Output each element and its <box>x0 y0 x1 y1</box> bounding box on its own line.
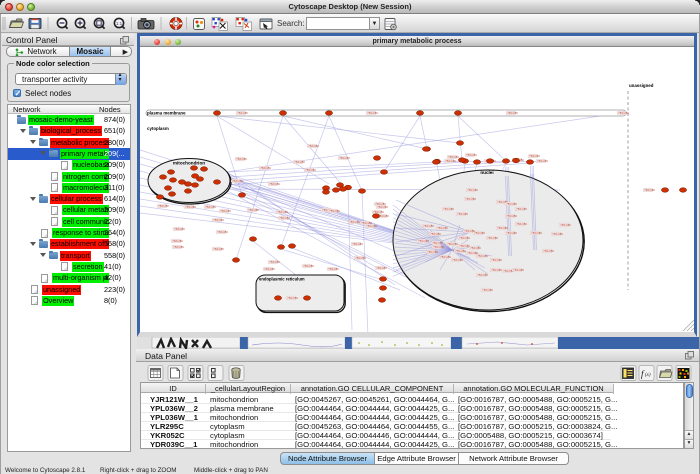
svg-text:YBR045C: YBR045C <box>552 233 563 236</box>
svg-text:YBR045C: YBR045C <box>352 243 363 246</box>
svg-text:YBR045C: YBR045C <box>464 230 475 233</box>
svg-text:YBR045C: YBR045C <box>173 246 184 249</box>
svg-text:YBR045C: YBR045C <box>237 112 248 115</box>
svg-text:YBR045C: YBR045C <box>277 211 288 214</box>
svg-text:YBR045C: YBR045C <box>328 268 339 271</box>
svg-text:unassigned: unassigned <box>629 83 654 88</box>
svg-text:YBR045C: YBR045C <box>459 237 470 240</box>
svg-text:YBR045C: YBR045C <box>349 221 360 224</box>
svg-text:YBR045C: YBR045C <box>303 265 314 268</box>
svg-text:YBR045C: YBR045C <box>477 274 488 277</box>
svg-text:YBR045C: YBR045C <box>506 232 517 235</box>
svg-text:YBR045C: YBR045C <box>440 256 451 259</box>
svg-text:YBR045C: YBR045C <box>185 206 196 209</box>
svg-text:YBR045C: YBR045C <box>618 112 629 115</box>
svg-text:YBR045C: YBR045C <box>452 259 463 262</box>
svg-text:YBR045C: YBR045C <box>432 242 443 245</box>
svg-text:YBR045C: YBR045C <box>466 154 477 157</box>
svg-text:endoplasmic reticulum: endoplasmic reticulum <box>259 277 305 282</box>
svg-text:YBR045C: YBR045C <box>487 237 498 240</box>
svg-text:YBR045C: YBR045C <box>329 210 340 213</box>
svg-text:YBR045C: YBR045C <box>294 161 305 164</box>
svg-text:YBR045C: YBR045C <box>236 158 247 161</box>
svg-text:YBR045C: YBR045C <box>269 183 280 186</box>
svg-text:YBR045C: YBR045C <box>491 269 502 272</box>
svg-text:YBR045C: YBR045C <box>279 217 290 220</box>
svg-text:YBR045C: YBR045C <box>470 247 481 250</box>
svg-text:YBR045C: YBR045C <box>308 145 319 148</box>
svg-text:YBR045C: YBR045C <box>516 223 527 226</box>
svg-text:YBR045C: YBR045C <box>482 289 493 292</box>
svg-text:(x): (x) <box>645 373 651 378</box>
svg-text:mitochondrion: mitochondrion <box>173 161 205 166</box>
svg-text:YBR045C: YBR045C <box>644 189 655 192</box>
svg-text:YBR045C: YBR045C <box>366 225 377 228</box>
svg-text:YBR045C: YBR045C <box>205 206 216 209</box>
svg-text:YBR045C: YBR045C <box>513 269 524 272</box>
svg-text:YBR045C: YBR045C <box>213 248 224 251</box>
svg-text:YBR045C: YBR045C <box>447 243 458 246</box>
svg-text:YBR045C: YBR045C <box>232 180 243 183</box>
svg-text:YBR045C: YBR045C <box>269 261 280 264</box>
svg-text:cytoplasm: cytoplasm <box>147 126 169 131</box>
svg-text:YBR045C: YBR045C <box>213 219 224 222</box>
svg-text:nuclei: nuclei <box>480 170 493 175</box>
svg-text:YBR045C: YBR045C <box>248 209 259 212</box>
svg-text:YBR045C: YBR045C <box>418 240 429 243</box>
svg-text:YBR045C: YBR045C <box>455 250 466 253</box>
svg-text:YBR045C: YBR045C <box>531 232 542 235</box>
svg-text:1:1: 1:1 <box>116 21 123 26</box>
svg-text:YBR045C: YBR045C <box>459 245 470 248</box>
svg-text:YBR045C: YBR045C <box>264 268 275 271</box>
svg-text:YBR045C: YBR045C <box>516 208 527 211</box>
svg-text:YBR045C: YBR045C <box>506 203 517 206</box>
svg-text:YBR045C: YBR045C <box>423 225 434 228</box>
svg-text:YBR045C: YBR045C <box>437 227 448 230</box>
svg-text:YBR045C: YBR045C <box>443 208 454 211</box>
svg-text:YBR045C: YBR045C <box>467 189 478 192</box>
svg-text:YBR045C: YBR045C <box>367 112 378 115</box>
svg-text:YBR045C: YBR045C <box>220 210 231 213</box>
svg-text:YBR045C: YBR045C <box>433 246 444 249</box>
svg-text:plasma membrane: plasma membrane <box>147 111 186 116</box>
svg-text:YBR045C: YBR045C <box>497 227 508 230</box>
svg-text:YBR045C: YBR045C <box>287 297 298 300</box>
svg-text:YBR045C: YBR045C <box>174 228 185 231</box>
svg-text:YBR045C: YBR045C <box>537 160 548 163</box>
svg-text:YBR045C: YBR045C <box>427 251 438 254</box>
svg-text:YBR045C: YBR045C <box>376 267 387 270</box>
svg-text:YBR045C: YBR045C <box>355 257 366 260</box>
svg-text:YBR045C: YBR045C <box>477 255 488 258</box>
svg-text:YBR045C: YBR045C <box>172 240 183 243</box>
svg-text:YBR045C: YBR045C <box>491 259 502 262</box>
svg-text:YBR045C: YBR045C <box>445 160 456 163</box>
svg-text:YBR045C: YBR045C <box>457 213 468 216</box>
svg-text:YBR045C: YBR045C <box>377 206 388 209</box>
svg-text:YBR045C: YBR045C <box>339 157 350 160</box>
svg-text:YBR045C: YBR045C <box>507 112 518 115</box>
svg-text:YBR045C: YBR045C <box>158 205 169 208</box>
svg-text:YBR045C: YBR045C <box>506 215 517 218</box>
svg-text:YBR045C: YBR045C <box>430 233 441 236</box>
svg-text:YBR045C: YBR045C <box>474 232 485 235</box>
svg-text:YBR045C: YBR045C <box>560 224 571 227</box>
svg-text:YBR045C: YBR045C <box>305 169 316 172</box>
svg-text:YBR045C: YBR045C <box>543 250 554 253</box>
svg-text:YBR045C: YBR045C <box>529 155 540 158</box>
svg-text:YBR045C: YBR045C <box>217 231 228 234</box>
svg-text:YBR045C: YBR045C <box>260 167 271 170</box>
svg-text:YBR045C: YBR045C <box>448 156 459 159</box>
svg-text:YBR045C: YBR045C <box>465 198 476 201</box>
